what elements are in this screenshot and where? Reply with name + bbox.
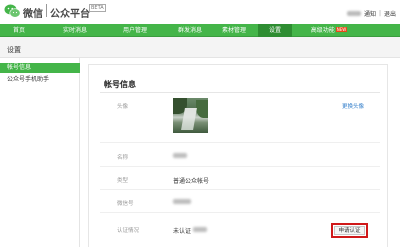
nav-settings[interactable]: 设置 <box>258 24 292 37</box>
verification-value: 未认证 <box>173 228 192 235</box>
sidebar-item-mobile-assistant-label: 公众号手机助手 <box>7 76 50 83</box>
wechat-id-value-blurred <box>173 199 191 204</box>
apply-verification-button[interactable]: 申请认证 <box>334 226 365 235</box>
avatar <box>173 98 208 133</box>
nav-home-label: 首页 <box>12 27 25 34</box>
nav-user-management[interactable]: 用户管理 <box>110 24 160 37</box>
name-value-blurred <box>173 153 187 158</box>
logout-link[interactable]: 退出 <box>384 9 396 18</box>
type-label: 类型 <box>117 178 129 184</box>
nav-user-management-label: 用户管理 <box>122 27 147 34</box>
avatar-tree-right <box>196 100 208 118</box>
sidebar-item-mobile-assistant[interactable]: 公众号手机助手 <box>0 75 80 85</box>
beta-badge: BETA <box>89 4 106 12</box>
title-divider <box>100 92 380 93</box>
account-info-title: 帐号信息 <box>104 80 136 89</box>
brand-wechat: 微信 <box>23 9 43 20</box>
username-blurred[interactable] <box>346 11 361 16</box>
row-divider-type <box>100 189 380 190</box>
verification-label: 认证情况 <box>117 228 140 234</box>
row-divider-wechat-id <box>100 212 380 213</box>
nav-material-management[interactable]: 素材管理 <box>210 24 258 37</box>
avatar-waterfall <box>181 108 197 130</box>
settings-heading-label: 设置 <box>7 46 21 54</box>
settings-heading: 设置 <box>0 37 400 58</box>
name-label: 名称 <box>117 155 129 161</box>
apply-verification-highlight: 申请认证 <box>331 223 368 238</box>
nav-advanced-features[interactable]: 高级功能 NEW <box>300 24 358 37</box>
change-avatar-link[interactable]: 更换头像 <box>342 102 364 110</box>
sidebar-item-account-info-label: 帐号信息 <box>7 64 32 71</box>
brand-platform: 公众平台 <box>50 9 90 20</box>
user-area: 通知 | 退出 <box>346 9 396 18</box>
top-header: 微信 公众平台 BETA 通知 | 退出 <box>0 0 400 24</box>
avatar-label: 头像 <box>117 104 129 110</box>
nav-realtime-messages-label: 实时消息 <box>62 27 87 34</box>
nav-advanced-features-label: 高级功能 <box>310 27 335 34</box>
main-nav: 首页 实时消息 用户管理 群发消息 素材管理 设置 高级功能 NEW <box>0 24 400 37</box>
wechat-id-label: 微信号 <box>117 201 134 207</box>
sidebar: 帐号信息 公众号手机助手 <box>0 58 80 247</box>
nav-realtime-messages[interactable]: 实时消息 <box>50 24 100 37</box>
sidebar-item-account-info[interactable]: 帐号信息 <box>0 63 80 73</box>
nav-mass-messages[interactable]: 群发消息 <box>165 24 215 37</box>
type-value: 普通公众帐号 <box>173 178 210 185</box>
nav-material-management-label: 素材管理 <box>221 27 246 34</box>
notifications-link[interactable]: 通知 <box>364 9 376 18</box>
nav-mass-messages-label: 群发消息 <box>177 27 202 34</box>
user-link-separator: | <box>378 10 381 17</box>
row-divider-avatar <box>100 142 380 143</box>
nav-home[interactable]: 首页 <box>0 24 38 37</box>
verification-note-blurred <box>193 227 207 232</box>
wechat-logo-icon <box>4 4 21 18</box>
new-badge: NEW <box>335 27 348 32</box>
row-divider-name <box>100 166 380 167</box>
brand-divider <box>46 4 47 17</box>
nav-settings-label: 设置 <box>268 27 281 34</box>
